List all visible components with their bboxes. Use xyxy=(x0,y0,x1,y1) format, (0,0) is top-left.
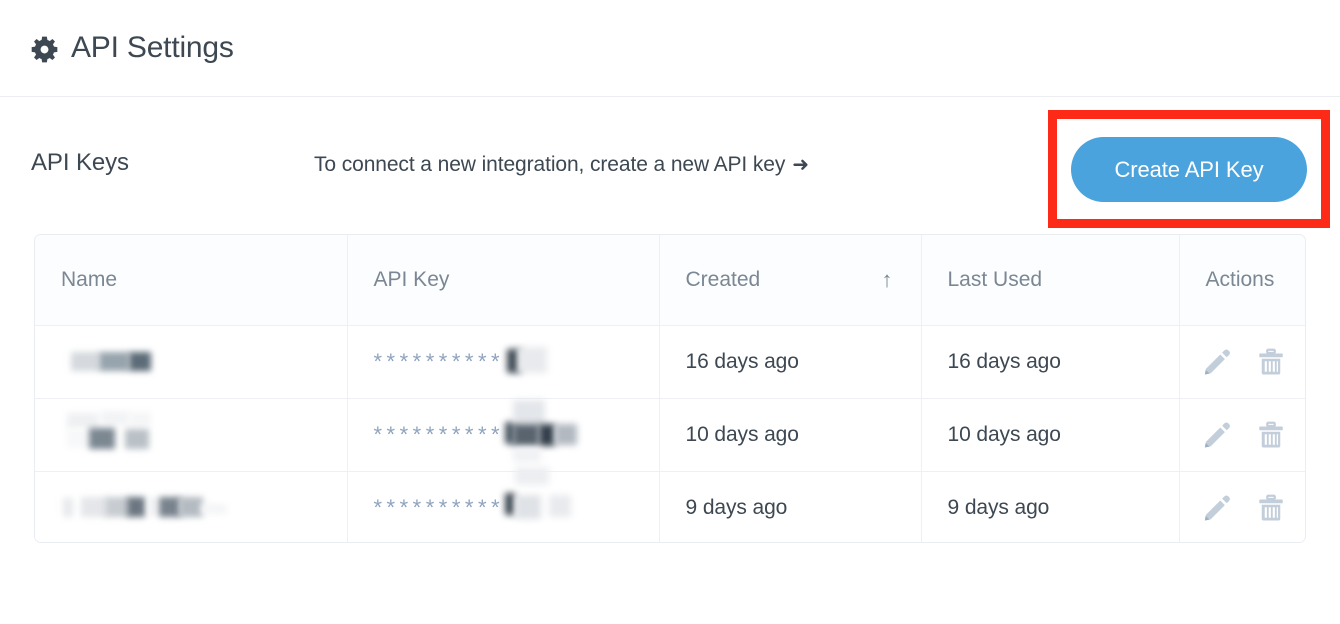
name-redacted xyxy=(35,417,347,453)
api-key-redacted xyxy=(505,491,655,525)
table-body: ********** 16 days ago 16 days ago xyxy=(35,325,1306,543)
cell-actions xyxy=(1179,325,1306,398)
table-header-row: Name API Key Created ↑ Last Used xyxy=(35,235,1306,325)
created-value: 9 days ago xyxy=(660,496,921,520)
cell-name xyxy=(35,471,347,543)
column-header-last-used-label: Last Used xyxy=(948,268,1043,292)
cell-name xyxy=(35,398,347,471)
cell-name xyxy=(35,325,347,398)
edit-icon[interactable] xyxy=(1202,347,1232,377)
cell-actions xyxy=(1179,471,1306,543)
cell-actions xyxy=(1179,398,1306,471)
cell-created: 16 days ago xyxy=(659,325,921,398)
name-redacted xyxy=(35,344,347,380)
api-keys-table-card: Name API Key Created ↑ Last Used xyxy=(34,234,1306,543)
delete-icon[interactable] xyxy=(1256,347,1286,377)
sort-ascending-icon[interactable]: ↑ xyxy=(882,269,893,291)
api-key-mask-text: ********** xyxy=(374,495,505,521)
row-actions xyxy=(1180,493,1307,523)
column-header-api-key[interactable]: API Key xyxy=(347,235,659,325)
cell-created: 10 days ago xyxy=(659,398,921,471)
edit-icon[interactable] xyxy=(1202,493,1232,523)
section-hint: To connect a new integration, create a n… xyxy=(314,152,809,177)
name-redacted xyxy=(35,490,347,526)
column-header-actions: Actions xyxy=(1179,235,1306,325)
section-hint-text: To connect a new integration, create a n… xyxy=(314,153,785,176)
api-settings-page: API Settings API Keys To connect a new i… xyxy=(0,0,1340,624)
delete-icon[interactable] xyxy=(1256,420,1286,450)
arrow-right-icon: ➜ xyxy=(792,154,809,176)
section-title: API Keys xyxy=(31,149,129,177)
created-value: 10 days ago xyxy=(660,423,921,447)
cell-created: 9 days ago xyxy=(659,471,921,543)
last-used-value: 9 days ago xyxy=(922,496,1179,520)
column-header-actions-label: Actions xyxy=(1206,268,1275,292)
api-key-redacted xyxy=(505,418,655,452)
page-header: API Settings xyxy=(0,0,1340,97)
page-header-inner: API Settings xyxy=(31,33,234,63)
column-header-api-key-label: API Key xyxy=(374,268,450,292)
row-actions xyxy=(1180,420,1307,450)
column-header-name[interactable]: Name xyxy=(35,235,347,325)
page-title: API Settings xyxy=(71,33,234,63)
column-header-last-used[interactable]: Last Used xyxy=(921,235,1179,325)
table-row[interactable]: ********** 9 days ago xyxy=(35,471,1306,543)
cell-last-used: 9 days ago xyxy=(921,471,1179,543)
row-actions xyxy=(1180,347,1307,377)
table-row[interactable]: ********** 10 days ag xyxy=(35,398,1306,471)
cell-last-used: 16 days ago xyxy=(921,325,1179,398)
cell-last-used: 10 days ago xyxy=(921,398,1179,471)
column-header-name-label: Name xyxy=(61,268,117,292)
last-used-value: 10 days ago xyxy=(922,423,1179,447)
column-header-created[interactable]: Created ↑ xyxy=(659,235,921,325)
edit-icon[interactable] xyxy=(1202,420,1232,450)
gear-icon xyxy=(31,36,58,63)
table-header: Name API Key Created ↑ Last Used xyxy=(35,235,1306,325)
api-key-masked: ********** xyxy=(348,418,659,452)
table-row[interactable]: ********** 16 days ago 16 days ago xyxy=(35,325,1306,398)
api-key-masked: ********** xyxy=(348,345,659,379)
api-keys-table: Name API Key Created ↑ Last Used xyxy=(35,235,1306,543)
api-key-mask-text: ********** xyxy=(374,349,505,375)
cell-api-key: ********** xyxy=(347,398,659,471)
cell-api-key: ********** xyxy=(347,325,659,398)
delete-icon[interactable] xyxy=(1256,493,1286,523)
last-used-value: 16 days ago xyxy=(922,350,1179,374)
create-api-key-button[interactable]: Create API Key xyxy=(1071,137,1307,202)
column-header-created-label: Created xyxy=(686,268,761,292)
api-key-masked: ********** xyxy=(348,491,659,525)
cell-api-key: ********** xyxy=(347,471,659,543)
created-value: 16 days ago xyxy=(660,350,921,374)
api-key-mask-text: ********** xyxy=(374,422,505,448)
api-key-redacted xyxy=(505,345,655,379)
